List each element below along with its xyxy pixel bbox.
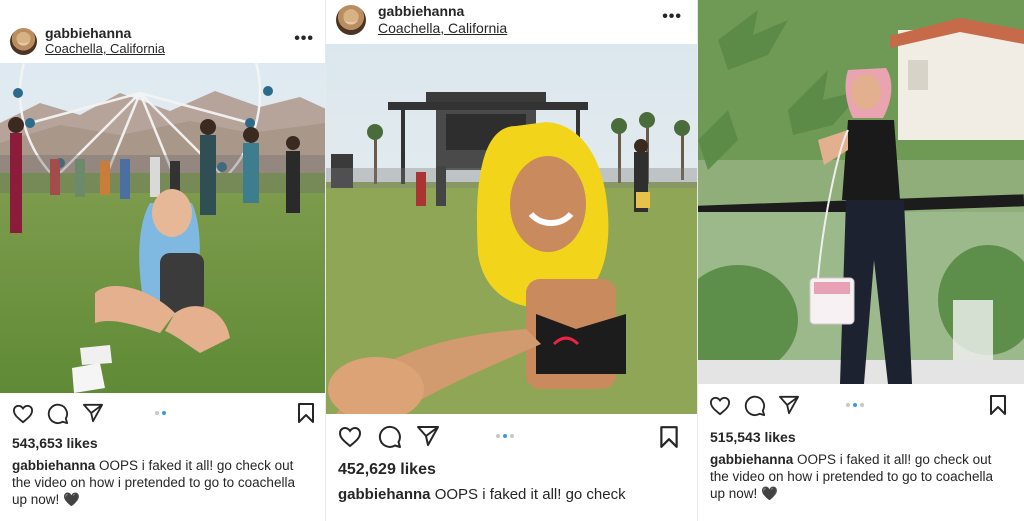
comment-icon[interactable]: [744, 395, 766, 417]
action-bar: [326, 425, 698, 453]
post-caption: gabbiehanna OOPS i faked it all! go chec…: [710, 452, 1010, 503]
post-photo[interactable]: [698, 0, 1024, 384]
comment-icon[interactable]: [47, 403, 69, 425]
carousel-dot-active: [162, 411, 166, 415]
carousel-dot: [510, 434, 514, 438]
action-bar: [0, 402, 326, 430]
post-header: gabbiehanna Coachella, California •••: [326, 0, 698, 40]
post-caption: gabbiehanna OOPS i faked it all! go chec…: [12, 458, 312, 509]
avatar[interactable]: [336, 5, 366, 35]
carousel-indicator: [846, 403, 864, 407]
heart-icon[interactable]: [338, 426, 362, 448]
instagram-post-3: 515,543 likes gabbiehanna OOPS i faked i…: [698, 0, 1024, 521]
instagram-post-1: gabbiehanna Coachella, California ••• 54…: [0, 0, 326, 521]
avatar[interactable]: [10, 27, 37, 55]
carousel-dot-active: [503, 434, 507, 438]
heart-icon[interactable]: [12, 404, 34, 424]
caption-username[interactable]: gabbiehanna: [338, 486, 431, 503]
photo-festival-lawn: [0, 63, 326, 393]
carousel-dot: [496, 434, 500, 438]
more-options-icon[interactable]: •••: [662, 8, 682, 26]
carousel-indicator: [155, 411, 166, 415]
username-link[interactable]: gabbiehanna: [45, 25, 165, 41]
bookmark-icon[interactable]: [989, 394, 1007, 416]
heart-icon[interactable]: [709, 396, 731, 416]
caption-text: OOPS i faked it all! go check: [434, 486, 626, 503]
action-bar: [698, 394, 1024, 422]
photo-selfie-stage: [326, 44, 698, 414]
carousel-indicator: [496, 434, 514, 438]
share-icon[interactable]: [82, 403, 104, 423]
carousel-dot: [860, 403, 864, 407]
share-icon[interactable]: [778, 395, 800, 415]
more-options-icon[interactable]: •••: [294, 30, 314, 48]
photo-balcony-palms: [698, 0, 1024, 384]
post-header: gabbiehanna Coachella, California •••: [0, 24, 326, 58]
post-meta: gabbiehanna Coachella, California: [378, 3, 507, 36]
bookmark-icon[interactable]: [297, 402, 315, 424]
post-photo[interactable]: [0, 63, 326, 393]
likes-count[interactable]: 452,629 likes: [338, 461, 436, 479]
bookmark-icon[interactable]: [659, 425, 679, 449]
location-link[interactable]: Coachella, California: [45, 41, 165, 56]
caption-username[interactable]: gabbiehanna: [12, 458, 95, 473]
carousel-dot-active: [853, 403, 857, 407]
post-caption: gabbiehanna OOPS i faked it all! go chec…: [338, 486, 688, 505]
share-icon[interactable]: [416, 425, 440, 447]
post-photo[interactable]: [326, 44, 698, 414]
instagram-post-2: gabbiehanna Coachella, California ••• 45…: [326, 0, 698, 521]
comment-icon[interactable]: [378, 425, 402, 449]
post-meta: gabbiehanna Coachella, California: [45, 25, 165, 57]
username-link[interactable]: gabbiehanna: [378, 3, 507, 19]
location-link[interactable]: Coachella, California: [378, 20, 507, 36]
carousel-dot: [155, 411, 159, 415]
likes-count[interactable]: 543,653 likes: [12, 435, 98, 451]
likes-count[interactable]: 515,543 likes: [710, 429, 796, 445]
carousel-dot: [846, 403, 850, 407]
caption-username[interactable]: gabbiehanna: [710, 452, 793, 467]
